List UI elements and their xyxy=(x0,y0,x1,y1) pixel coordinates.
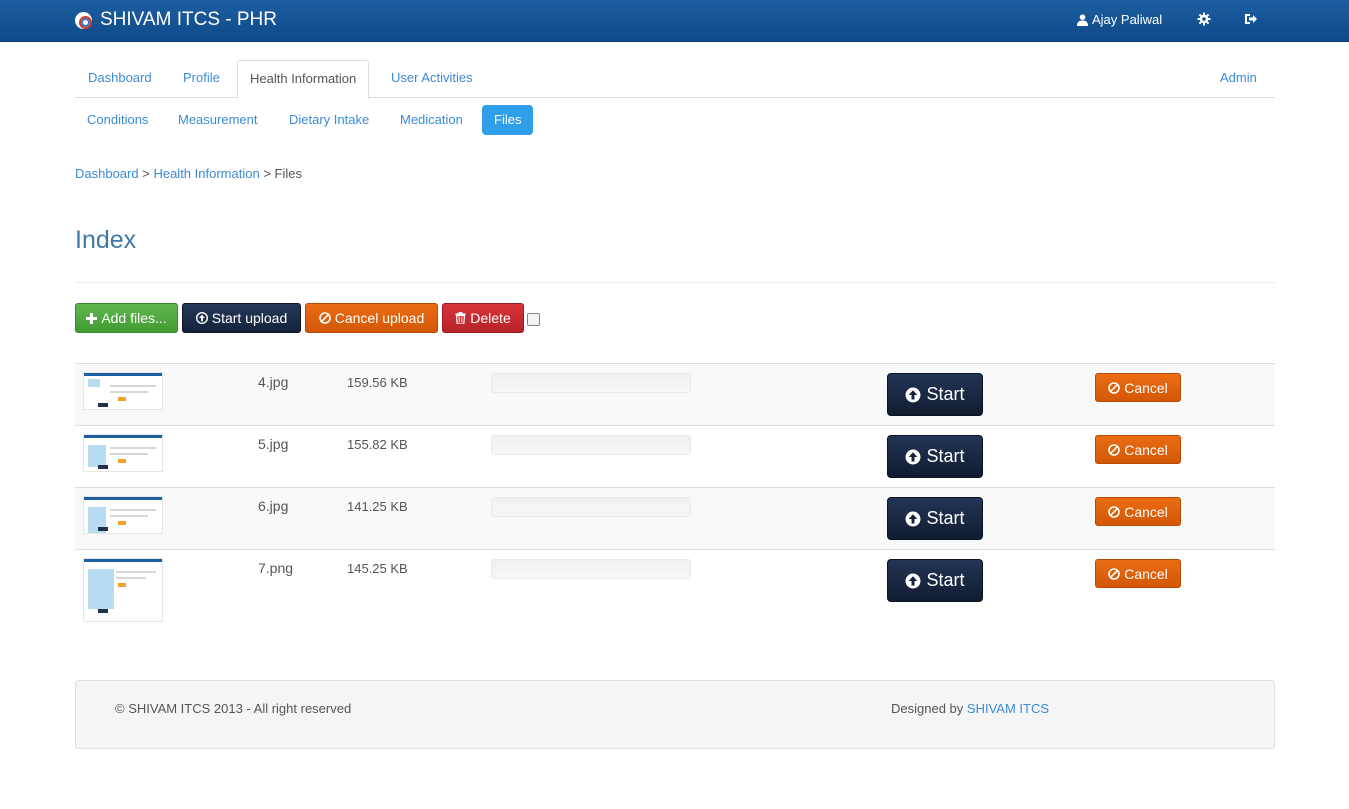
upload-circle-icon xyxy=(906,511,921,526)
subtab-medication[interactable]: Medication xyxy=(388,105,475,135)
tab-admin[interactable]: Admin xyxy=(1208,60,1269,98)
upload-circle-icon xyxy=(195,312,208,324)
subtab-files[interactable]: Files xyxy=(482,105,534,135)
cancel-label: Cancel xyxy=(1124,379,1168,396)
gear-icon[interactable] xyxy=(1197,12,1211,26)
title-divider xyxy=(75,282,1275,283)
delete-label: Delete xyxy=(470,310,511,326)
ban-icon xyxy=(1108,381,1121,394)
cancel-upload-button[interactable]: Cancel upload xyxy=(305,303,438,333)
add-files-button[interactable]: Add files... xyxy=(75,303,178,333)
cancel-button[interactable]: Cancel xyxy=(1095,497,1181,526)
cancel-button[interactable]: Cancel xyxy=(1095,435,1181,464)
ban-icon xyxy=(1108,505,1121,518)
file-size: 141.25 KB xyxy=(347,499,408,514)
upload-circle-icon xyxy=(906,387,921,402)
page-title: Index xyxy=(75,226,137,254)
footer-designer-link[interactable]: SHIVAM ITCS xyxy=(967,701,1049,716)
start-button[interactable]: Start xyxy=(887,497,983,540)
file-name: 6.jpg xyxy=(258,498,289,514)
plus-icon xyxy=(86,312,98,324)
file-thumbnail xyxy=(83,434,163,472)
upload-progress-bar xyxy=(491,435,691,455)
breadcrumb-current: Files xyxy=(274,166,302,181)
subtab-measurement[interactable]: Measurement xyxy=(166,105,269,135)
user-icon xyxy=(1077,13,1088,26)
footer: © SHIVAM ITCS 2013 - All right reserved … xyxy=(75,680,1275,749)
cancel-label: Cancel xyxy=(1124,565,1168,582)
tab-user-activities[interactable]: User Activities xyxy=(379,60,485,98)
upload-circle-icon xyxy=(906,449,921,464)
start-label: Start xyxy=(926,384,965,404)
file-name: 7.png xyxy=(258,560,294,576)
tab-profile[interactable]: Profile xyxy=(171,60,232,98)
ban-icon xyxy=(1108,443,1121,456)
upload-circle-icon xyxy=(906,573,921,588)
breadcrumb-separator: > xyxy=(142,166,150,181)
ban-icon xyxy=(1108,567,1121,580)
cancel-upload-label: Cancel upload xyxy=(334,310,425,326)
breadcrumb-health-information[interactable]: Health Information xyxy=(153,166,259,181)
tab-health-information[interactable]: Health Information xyxy=(237,60,370,99)
start-label: Start xyxy=(926,570,965,590)
ban-icon xyxy=(318,312,331,324)
file-thumbnail xyxy=(83,558,163,622)
main-tabs: Dashboard Profile Health Information Use… xyxy=(75,60,1275,99)
cancel-button[interactable]: Cancel xyxy=(1095,559,1181,588)
cancel-button[interactable]: Cancel xyxy=(1095,373,1181,402)
user-name: Ajay Paliwal xyxy=(1092,12,1163,27)
brand[interactable]: SHIVAM ITCS - PHR xyxy=(75,9,277,31)
start-button[interactable]: Start xyxy=(887,373,983,416)
trash-icon xyxy=(455,312,466,324)
cancel-label: Cancel xyxy=(1124,503,1168,520)
start-upload-label: Start upload xyxy=(211,310,288,326)
breadcrumb-separator: > xyxy=(263,166,271,181)
file-thumbnail xyxy=(83,372,163,410)
footer-copyright: © SHIVAM ITCS 2013 - All right reserved xyxy=(115,701,352,716)
subtab-conditions[interactable]: Conditions xyxy=(75,105,160,135)
footer-designed-by: Designed by xyxy=(891,701,964,716)
breadcrumb-dashboard[interactable]: Dashboard xyxy=(75,166,139,181)
delete-button[interactable]: Delete xyxy=(442,303,524,333)
subtab-dietary-intake[interactable]: Dietary Intake xyxy=(277,105,381,135)
add-files-label: Add files... xyxy=(101,310,167,326)
breadcrumb: Dashboard > Health Information > Files xyxy=(75,166,302,181)
file-size: 159.56 KB xyxy=(347,375,408,390)
table-row: 7.png 145.25 KB Start Cancel xyxy=(75,549,1275,622)
top-navbar: SHIVAM ITCS - PHR Ajay Paliwal xyxy=(0,0,1349,42)
tab-dashboard[interactable]: Dashboard xyxy=(76,60,164,98)
file-size: 155.82 KB xyxy=(347,437,408,452)
table-row: 5.jpg 155.82 KB Start Cancel xyxy=(75,425,1275,487)
upload-progress-bar xyxy=(491,497,691,517)
start-button[interactable]: Start xyxy=(887,435,983,478)
footer-credit: Designed by SHIVAM ITCS xyxy=(891,701,1049,716)
file-name: 5.jpg xyxy=(258,436,289,452)
table-row: 4.jpg 159.56 KB Start Cancel xyxy=(75,363,1275,425)
sign-out-icon[interactable] xyxy=(1244,12,1258,26)
select-all-checkbox[interactable] xyxy=(527,313,540,326)
upload-progress-bar xyxy=(491,373,691,393)
user-menu[interactable]: Ajay Paliwal xyxy=(1077,12,1162,27)
file-name: 4.jpg xyxy=(258,374,289,390)
file-table: 4.jpg 159.56 KB Start Cancel 5.jpg 155.8… xyxy=(75,363,1275,622)
start-label: Start xyxy=(926,446,965,466)
brand-logo-icon xyxy=(75,11,92,29)
file-thumbnail xyxy=(83,496,163,534)
file-size: 145.25 KB xyxy=(347,561,408,576)
start-button[interactable]: Start xyxy=(887,559,983,602)
app-title: SHIVAM ITCS - PHR xyxy=(100,9,277,30)
start-upload-button[interactable]: Start upload xyxy=(182,303,301,333)
table-row: 6.jpg 141.25 KB Start Cancel xyxy=(75,487,1275,549)
cancel-label: Cancel xyxy=(1124,441,1168,458)
upload-progress-bar xyxy=(491,559,691,579)
start-label: Start xyxy=(926,508,965,528)
